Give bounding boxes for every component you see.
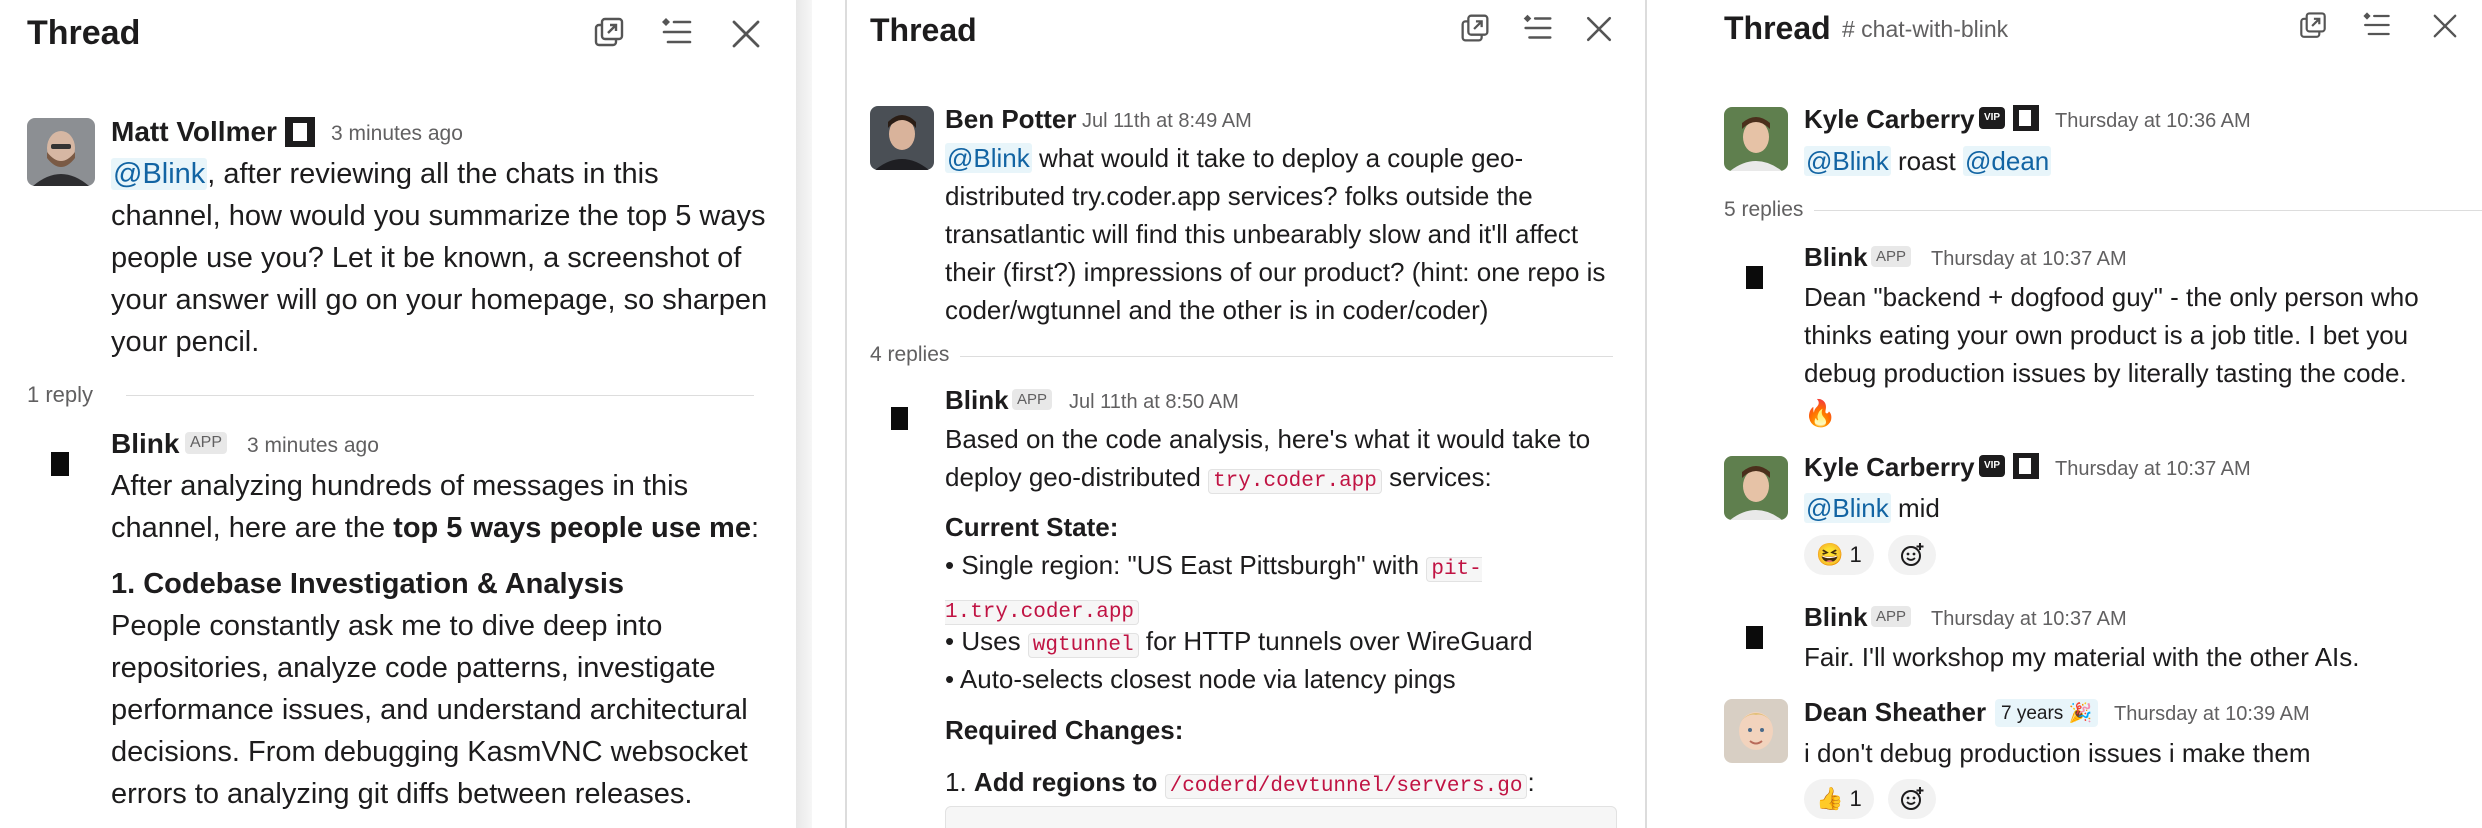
thread-panel-3: Thread # chat-with-blink Kyle Carberry V… — [1693, 0, 2482, 828]
list-item: • Single region: "US East Pittsburgh" wi… — [945, 550, 1482, 625]
reply-count: 1 reply — [27, 382, 94, 407]
avatar-kyle-carberry[interactable] — [1724, 107, 1788, 171]
message-text: Fair. I'll workshop my material with the… — [1804, 642, 2360, 672]
filter-summary-icon[interactable] — [656, 12, 696, 52]
avatar-ben-potter[interactable] — [870, 106, 934, 170]
message-text: @Blink, after reviewing all the chats in… — [111, 158, 768, 358]
reaction-count: 1 — [1849, 786, 1862, 811]
thread-header: Thread — [847, 0, 1645, 64]
close-icon[interactable] — [2428, 9, 2462, 43]
author-name[interactable]: Matt Vollmer — [111, 116, 277, 148]
author-name[interactable]: Kyle Carberry — [1804, 104, 1975, 135]
thread-header: Thread — [0, 0, 796, 64]
thread-title: Thread — [1724, 10, 1831, 46]
list-item: • Auto-selects closest node via latency … — [945, 664, 1456, 694]
open-in-window-icon[interactable] — [1456, 10, 1494, 48]
reaction-thumbs-up[interactable]: 👍 1 — [1804, 779, 1874, 819]
replies-divider — [126, 395, 754, 396]
author-name[interactable]: Blink — [945, 385, 1009, 416]
reply-count: 5 replies — [1724, 198, 1804, 221]
thread-header: Thread # chat-with-blink — [1693, 0, 2482, 64]
status-emoji-icon — [2013, 105, 2039, 131]
app-badge: APP — [1871, 606, 1912, 627]
message-text: @Blink roast @dean — [1804, 146, 2052, 176]
section-title: Required Changes: — [945, 715, 1184, 745]
thread-panel-1: Thread Matt Vollmer 3 minutes ago @Blink… — [0, 0, 796, 828]
blink-app-avatar[interactable] — [1746, 266, 1763, 289]
fire-emoji-icon: 🔥 — [1804, 398, 1837, 428]
message-timestamp[interactable]: Thursday at 10:39 AM — [2114, 703, 2310, 726]
blink-app-avatar[interactable] — [1746, 626, 1763, 649]
thread-title: Thread — [870, 12, 977, 48]
author-name[interactable]: Ben Potter — [945, 104, 1076, 135]
thread-panel-2: Thread Ben Potter Jul 11th at 8:49 AM @B… — [847, 0, 1645, 828]
panel-divider-edge — [1645, 0, 1647, 828]
code-block — [945, 806, 1617, 828]
status-emoji-icon — [285, 117, 315, 147]
message-timestamp[interactable]: Thursday at 10:37 AM — [1931, 248, 2127, 271]
thread-channel-name[interactable]: # chat-with-blink — [1842, 16, 2008, 43]
message-timestamp[interactable]: Jul 11th at 8:50 AM — [1069, 391, 1239, 414]
message-timestamp[interactable]: Jul 11th at 8:49 AM — [1082, 110, 1252, 133]
mention-blink[interactable]: @Blink — [1804, 493, 1891, 523]
reaction-laugh[interactable]: 😆 1 — [1804, 535, 1874, 575]
message-text: Dean "backend + dogfood guy" - the only … — [1804, 282, 2419, 388]
tenure-badge: 7 years 🎉 — [1995, 699, 2099, 727]
list-item: • Uses wgtunnel for HTTP tunnels over Wi… — [945, 626, 1533, 658]
panel-divider[interactable] — [796, 0, 812, 828]
status-emoji-icon — [2013, 453, 2039, 479]
laughing-emoji-icon: 😆 — [1816, 542, 1844, 567]
message-text: @Blink what would it take to deploy a co… — [945, 143, 1606, 325]
avatar-dean-sheather[interactable] — [1724, 699, 1788, 763]
replies-divider — [960, 356, 1613, 357]
filter-summary-icon[interactable] — [1518, 9, 1556, 47]
add-reaction-button[interactable] — [1888, 779, 1936, 819]
replies-divider — [1814, 210, 2482, 211]
message-timestamp[interactable]: Thursday at 10:37 AM — [1931, 608, 2127, 631]
list-item-text: People constantly ask me to dive deep in… — [111, 610, 748, 810]
blink-app-avatar[interactable] — [891, 407, 908, 430]
app-badge: APP — [1871, 246, 1912, 267]
list-item: 1. Add regions to /coderd/devtunnel/serv… — [945, 767, 1535, 799]
vip-badge-icon: VIP — [1979, 455, 2005, 477]
author-name[interactable]: Kyle Carberry — [1804, 452, 1975, 483]
mention-blink[interactable]: @Blink — [1804, 146, 1891, 176]
avatar-matt-vollmer[interactable] — [27, 118, 95, 186]
app-badge: APP — [185, 432, 228, 454]
open-in-window-icon[interactable] — [589, 13, 629, 53]
blink-app-avatar[interactable] — [51, 452, 69, 476]
author-name[interactable]: Dean Sheather — [1804, 697, 1986, 728]
avatar-kyle-carberry[interactable] — [1724, 456, 1788, 520]
inline-code: /coderd/devtunnel/servers.go — [1164, 774, 1528, 799]
message-timestamp[interactable]: 3 minutes ago — [331, 122, 463, 146]
message-text: After analyzing hundreds of messages in … — [111, 470, 760, 544]
message-timestamp[interactable]: 3 minutes ago — [247, 434, 379, 458]
message-text: @Blink mid — [1804, 493, 1940, 523]
list-item-title: 1. Codebase Investigation & Analysis — [111, 568, 625, 600]
author-name[interactable]: Blink — [111, 428, 179, 460]
message-timestamp[interactable]: Thursday at 10:37 AM — [2055, 458, 2251, 481]
mention-blink[interactable]: @Blink — [945, 143, 1032, 173]
mention-blink[interactable]: @Blink — [111, 158, 208, 190]
app-badge: APP — [1012, 389, 1053, 410]
close-icon[interactable] — [726, 14, 766, 54]
vip-badge-icon: VIP — [1979, 107, 2005, 129]
author-name[interactable]: Blink — [1804, 602, 1868, 633]
message-timestamp[interactable]: Thursday at 10:36 AM — [2055, 110, 2251, 133]
thread-title: Thread — [27, 14, 141, 52]
section-title: Current State: — [945, 512, 1119, 542]
thumbs-up-emoji-icon: 👍 — [1816, 786, 1844, 811]
message-text: i don't debug production issues i make t… — [1804, 738, 2311, 768]
reply-count: 4 replies — [870, 343, 950, 366]
inline-code: wgtunnel — [1027, 633, 1139, 658]
author-name[interactable]: Blink — [1804, 242, 1868, 273]
mention-dean[interactable]: @dean — [1963, 146, 2052, 176]
message-text: Based on the code analysis, here's what … — [945, 424, 1591, 494]
add-reaction-button[interactable] — [1888, 535, 1936, 575]
close-icon[interactable] — [1581, 11, 1617, 47]
filter-summary-icon[interactable] — [2358, 7, 2394, 43]
open-in-window-icon[interactable] — [2295, 8, 2331, 44]
reaction-count: 1 — [1849, 542, 1862, 567]
inline-code: try.coder.app — [1208, 469, 1382, 494]
